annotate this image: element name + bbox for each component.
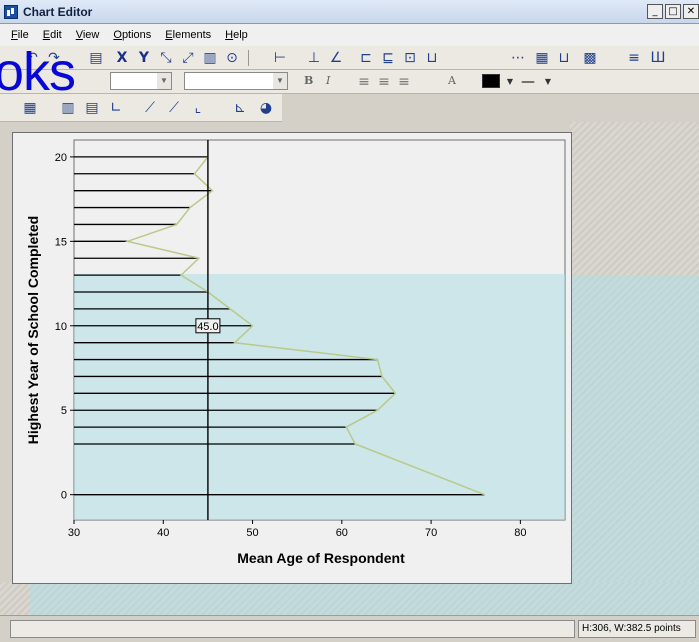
x-axis-label: Mean Age of Respondent xyxy=(237,550,405,566)
x-tick-label: 70 xyxy=(425,527,437,539)
scatter-chart-icon[interactable]: ⌞ xyxy=(190,100,206,116)
close-button[interactable]: ✕ xyxy=(683,4,699,19)
legend-icon[interactable]: ⊑ xyxy=(380,50,396,66)
menu-file[interactable]: File xyxy=(11,29,29,41)
scale-to-data-icon[interactable]: ⤡ xyxy=(158,50,174,66)
x-tick-label: 80 xyxy=(514,527,526,539)
align-center-icon[interactable]: ≡ xyxy=(376,74,392,90)
line-chart-icon[interactable]: ∟ xyxy=(108,100,124,116)
fit-line-icon[interactable]: ∠ xyxy=(328,50,344,66)
chevron-down-icon[interactable]: ▼ xyxy=(502,74,518,90)
footnote-icon[interactable]: ⊔ xyxy=(424,50,440,66)
align-right-icon[interactable]: ≡ xyxy=(396,74,412,90)
menu-view[interactable]: View xyxy=(76,29,100,41)
x-tick-label: 50 xyxy=(246,527,258,539)
stacked-bar-icon[interactable]: ▤ xyxy=(84,100,100,116)
chevron-down-icon: ▼ xyxy=(273,73,287,89)
window-title: Chart Editor xyxy=(23,5,93,19)
x-tick-label: 40 xyxy=(157,527,169,539)
y-tick-label: 15 xyxy=(55,236,67,248)
bar-chart-icon[interactable]: ▥ xyxy=(60,100,76,116)
size-combo[interactable]: ▼ xyxy=(184,72,288,90)
y-axis-icon[interactable]: Y xyxy=(136,50,152,66)
gridlines-icon[interactable]: ⋯ xyxy=(510,50,526,66)
status-message-field xyxy=(10,620,575,638)
menu-bar: File Edit View Options Elements Help xyxy=(0,24,699,46)
textbox-icon[interactable]: ⊡ xyxy=(402,50,418,66)
status-bar: H:306, W:382.5 points xyxy=(0,615,699,642)
transpose-icon[interactable]: ⤢ xyxy=(180,50,196,66)
font-combo[interactable]: ▼ xyxy=(110,72,172,90)
chart-options-icon[interactable]: ▥ xyxy=(202,50,218,66)
menu-edit[interactable]: Edit xyxy=(43,29,62,41)
line-style-icon[interactable]: — xyxy=(520,74,536,90)
main-toolbar: ↶ ↷ ▤ X Y ⤡ ⤢ ▥ ⊙ ⊢ ⊥ ∠ ⊏ ⊑ ⊡ ⊔ ⋯ ▦ ⊔ ▩ … xyxy=(0,46,699,70)
y-tick-label: 20 xyxy=(55,152,67,164)
align-left-icon[interactable]: ≡ xyxy=(356,74,372,90)
fill-color-swatch[interactable] xyxy=(482,74,500,88)
bar-chart[interactable]: 45.0 30 40 50 60 70 80 0 5 10 15 20 Mean Age of R… xyxy=(12,132,572,584)
text-color-button[interactable]: A xyxy=(448,74,456,87)
title-icon[interactable]: ⊏ xyxy=(358,50,374,66)
bar-line-icon[interactable]: ⊥ xyxy=(306,50,322,66)
minimize-button[interactable]: _ xyxy=(647,4,663,19)
bar-chart-icon[interactable]: ≡ xyxy=(626,50,642,66)
lasso-icon[interactable]: ⊙ xyxy=(224,50,240,66)
format-toolbar: ▼ ▼ B I ≡ ≡ ≡ A ▼ — ▼ xyxy=(0,70,699,94)
menu-help[interactable]: Help xyxy=(225,29,248,41)
menu-options[interactable]: Options xyxy=(113,29,151,41)
y-tick-label: 0 xyxy=(61,490,67,502)
major-gridlines-icon[interactable]: ▦ xyxy=(534,50,550,66)
watermark-text: oks xyxy=(0,42,76,102)
title-bar: Chart Editor _ □ ✕ xyxy=(0,0,699,24)
chevron-down-icon: ▼ xyxy=(157,73,171,89)
chart-app-icon xyxy=(4,5,18,19)
table-icon[interactable]: ▦ xyxy=(22,100,38,116)
column-chart-icon[interactable]: Ш xyxy=(650,50,666,66)
x-axis-icon[interactable]: X xyxy=(114,50,130,66)
reference-line-icon[interactable]: ⊢ xyxy=(272,50,288,66)
status-dimensions: H:306, W:382.5 points xyxy=(578,620,696,638)
area-stacked-icon[interactable]: ⟋ xyxy=(166,100,182,116)
histogram-icon[interactable]: ⊾ xyxy=(232,100,248,116)
chevron-down-icon[interactable]: ▼ xyxy=(540,74,556,90)
window-controls: _ □ ✕ xyxy=(647,4,699,20)
maximize-button[interactable]: □ xyxy=(665,4,681,19)
x-tick-label: 30 xyxy=(68,527,80,539)
area-chart-icon[interactable]: ⟋ xyxy=(142,100,158,116)
show-axis-icon[interactable]: ⊔ xyxy=(556,50,572,66)
reference-label: 45.0 xyxy=(197,321,218,333)
menu-elements[interactable]: Elements xyxy=(165,29,211,41)
italic-button[interactable]: I xyxy=(326,74,330,87)
x-tick-label: 60 xyxy=(336,527,348,539)
pie-chart-icon[interactable]: ◕ xyxy=(258,100,274,116)
data-labels-icon[interactable]: ▩ xyxy=(582,50,598,66)
bold-button[interactable]: B xyxy=(304,74,313,87)
y-axis-label: Highest Year of School Completed xyxy=(25,216,41,444)
properties-icon[interactable]: ▤ xyxy=(88,50,104,66)
y-tick-label: 10 xyxy=(55,321,67,333)
y-tick-label: 5 xyxy=(61,405,67,417)
plot-overlay xyxy=(74,274,565,520)
